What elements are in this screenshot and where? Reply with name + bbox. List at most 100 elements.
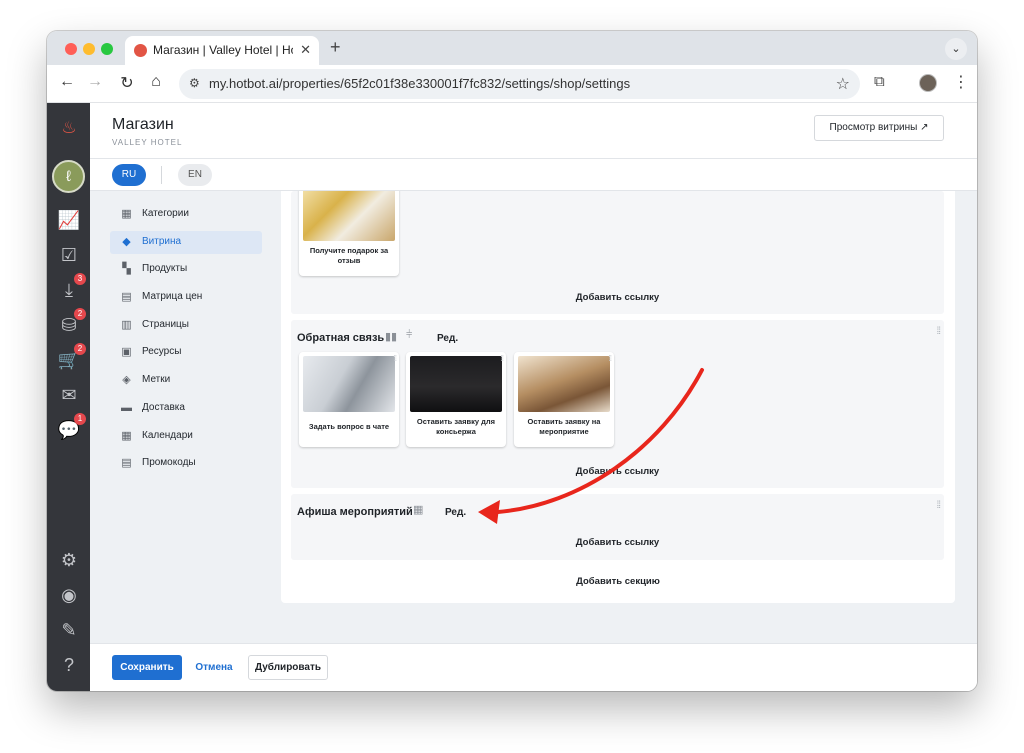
- pencil-icon[interactable]: ✎: [56, 617, 82, 643]
- address-bar[interactable]: ⚙ my.hotbot.ai/properties/65f2c01f38e330…: [179, 69, 860, 99]
- duplicate-button[interactable]: Дублировать: [248, 655, 328, 680]
- grid-layout-icon[interactable]: ▦: [413, 503, 423, 516]
- site-settings-icon[interactable]: ⚙: [189, 76, 200, 90]
- card-drag-handle-icon[interactable]: ⁞⁞: [609, 354, 613, 363]
- card-label: Получите подарок за отзыв: [309, 246, 389, 265]
- subnav-label: Календари: [142, 429, 193, 441]
- reload-icon[interactable]: ↻: [117, 73, 137, 93]
- showcase-card[interactable]: Получите подарок за отзыв: [299, 191, 399, 276]
- edit-section-button[interactable]: Ред.: [445, 507, 466, 518]
- subnav-item-showcase[interactable]: ◆ Витрина: [110, 230, 262, 254]
- save-button[interactable]: Сохранить: [112, 655, 182, 680]
- tab-close-icon[interactable]: ✕: [300, 42, 311, 58]
- drag-handle-icon[interactable]: ⁞⁞: [936, 326, 940, 337]
- card-drag-handle-icon[interactable]: ⁞⁞: [394, 354, 398, 363]
- home-icon[interactable]: ⌂: [146, 73, 166, 91]
- subnav-item-delivery[interactable]: ▬ Доставка: [110, 397, 262, 420]
- section-title: Афиша мероприятий: [297, 506, 413, 518]
- inbox-badge: 3: [74, 273, 86, 285]
- property-name: VALLEY HOTEL: [112, 138, 183, 147]
- orders-badge: 2: [74, 308, 86, 320]
- card-image: [303, 356, 395, 412]
- tab-title: Магазин | Valley Hotel | Hotbot: [153, 43, 293, 57]
- analytics-icon[interactable]: 📈: [56, 207, 82, 233]
- add-link-button[interactable]: Добавить ссылку: [291, 537, 944, 548]
- page-header: Магазин VALLEY HOTEL Просмотр витрины ↗: [90, 103, 977, 159]
- browser-tab[interactable]: Магазин | Valley Hotel | Hotbot ✕: [125, 36, 319, 65]
- section-feedback: Обратная связь ▮▮ ⫩ Ред. ⁞⁞ ⁞⁞ Задать во…: [291, 320, 944, 488]
- add-section-button[interactable]: Добавить секцию: [281, 576, 955, 587]
- price-matrix-icon: ▤: [121, 291, 132, 304]
- tasks-icon[interactable]: ☑: [56, 242, 82, 268]
- chat-icon[interactable]: 💬 1: [56, 413, 86, 443]
- more-menu-icon[interactable]: ⋮: [953, 72, 969, 92]
- showcase-card[interactable]: ⁞⁞ Оставить заявку для консьержа: [406, 352, 506, 447]
- subnav-item-products[interactable]: ▚ Продукты: [110, 258, 262, 281]
- card-image: [303, 191, 395, 241]
- pages-icon: ▥: [121, 318, 132, 331]
- page-title: Магазин: [112, 116, 174, 133]
- subnav-item-calendars[interactable]: ▦ Календари: [110, 425, 262, 448]
- add-link-button[interactable]: Добавить ссылку: [291, 292, 944, 303]
- tab-search-button[interactable]: ⌄: [945, 38, 967, 60]
- card-image: [410, 356, 502, 412]
- account-icon[interactable]: ◉: [56, 582, 82, 608]
- carousel-layout-icon[interactable]: ▮▮: [385, 330, 397, 343]
- subnav-item-pages[interactable]: ▥ Страницы: [110, 314, 262, 337]
- app-root: ♨ ℓ 📈 ☑ ⤓ 3 ⛁ 2 🛒 2 ✉ 💬 1 ⚙ ◉ ✎ ? Магазин VA…: [47, 103, 977, 691]
- back-icon[interactable]: ←: [57, 73, 77, 91]
- store-icon: ▦: [121, 208, 132, 220]
- card-label: Оставить заявку для консьержа: [416, 417, 496, 436]
- lang-en-tab[interactable]: EN: [178, 164, 212, 186]
- url-text[interactable]: my.hotbot.ai/properties/65f2c01f38e33000…: [209, 76, 630, 91]
- showcase-card[interactable]: ⁞⁞ Задать вопрос в чате: [299, 352, 399, 447]
- subnav-item-categories[interactable]: ▦ Категории: [110, 203, 262, 226]
- subnav-label: Доставка: [142, 401, 185, 413]
- section-reviews: Получите подарок за отзыв Добавить ссылк…: [291, 191, 944, 314]
- forward-icon[interactable]: →: [85, 73, 105, 91]
- hotbot-logo-icon[interactable]: ♨: [56, 115, 82, 141]
- edit-section-button[interactable]: Ред.: [437, 333, 458, 344]
- card-label: Задать вопрос в чате: [308, 422, 390, 431]
- subnav-label: Витрина: [142, 235, 182, 247]
- align-icon[interactable]: ⫩: [406, 329, 412, 342]
- form-footer: Сохранить Отмена Дублировать: [90, 643, 977, 691]
- extensions-icon[interactable]: ⧉: [874, 73, 885, 90]
- star-icon[interactable]: ☆: [836, 74, 850, 94]
- tag-icon: ◈: [122, 374, 131, 387]
- card-drag-handle-icon[interactable]: ⁞⁞: [501, 354, 505, 363]
- section-events: Афиша мероприятий ▦ Ред. ⁞⁞ Добавить ссы…: [291, 494, 944, 560]
- subnav-item-promo-codes[interactable]: ▤ Промокоды: [110, 452, 262, 475]
- hotbot-favicon-icon: [134, 44, 147, 57]
- close-window-button[interactable]: [65, 43, 77, 55]
- showcase-icon: ◆: [122, 235, 131, 248]
- calendar-icon: ▦: [121, 429, 132, 442]
- orders-icon[interactable]: ⛁ 2: [56, 308, 86, 338]
- tab-strip: Магазин | Valley Hotel | Hotbot ✕ + ⌄: [47, 31, 977, 65]
- inbox-icon[interactable]: ⤓ 3: [56, 273, 86, 303]
- mail-icon[interactable]: ✉: [56, 382, 82, 408]
- cart-icon[interactable]: 🛒 2: [56, 343, 86, 373]
- profile-avatar[interactable]: [919, 74, 937, 92]
- zoom-window-button[interactable]: [101, 43, 113, 55]
- lang-ru-tab[interactable]: RU: [112, 164, 146, 186]
- drag-handle-icon[interactable]: ⁞⁞: [936, 500, 940, 511]
- resources-icon: ▣: [121, 346, 132, 359]
- add-link-button[interactable]: Добавить ссылку: [291, 466, 944, 477]
- showcase-card[interactable]: ⁞⁞ Оставить заявку на мероприятие: [514, 352, 614, 447]
- cart-badge: 2: [74, 343, 86, 355]
- products-icon: ▚: [122, 263, 131, 276]
- new-tab-button[interactable]: +: [330, 37, 341, 58]
- lang-divider: [161, 166, 162, 184]
- subnav-item-tags[interactable]: ◈ Метки: [110, 369, 262, 392]
- preview-showcase-button[interactable]: Просмотр витрины ↗: [814, 115, 944, 141]
- settings-icon[interactable]: ⚙: [56, 547, 82, 573]
- cancel-button[interactable]: Отмена: [190, 655, 238, 680]
- subnav-item-price-matrix[interactable]: ▤ Матрица цен: [110, 286, 262, 309]
- property-avatar[interactable]: ℓ: [52, 160, 85, 193]
- promo-icon: ▤: [121, 457, 132, 470]
- minimize-window-button[interactable]: [83, 43, 95, 55]
- subnav-item-resources[interactable]: ▣ Ресурсы: [110, 341, 262, 364]
- help-icon[interactable]: ?: [56, 652, 82, 678]
- subnav-label: Метки: [142, 374, 171, 386]
